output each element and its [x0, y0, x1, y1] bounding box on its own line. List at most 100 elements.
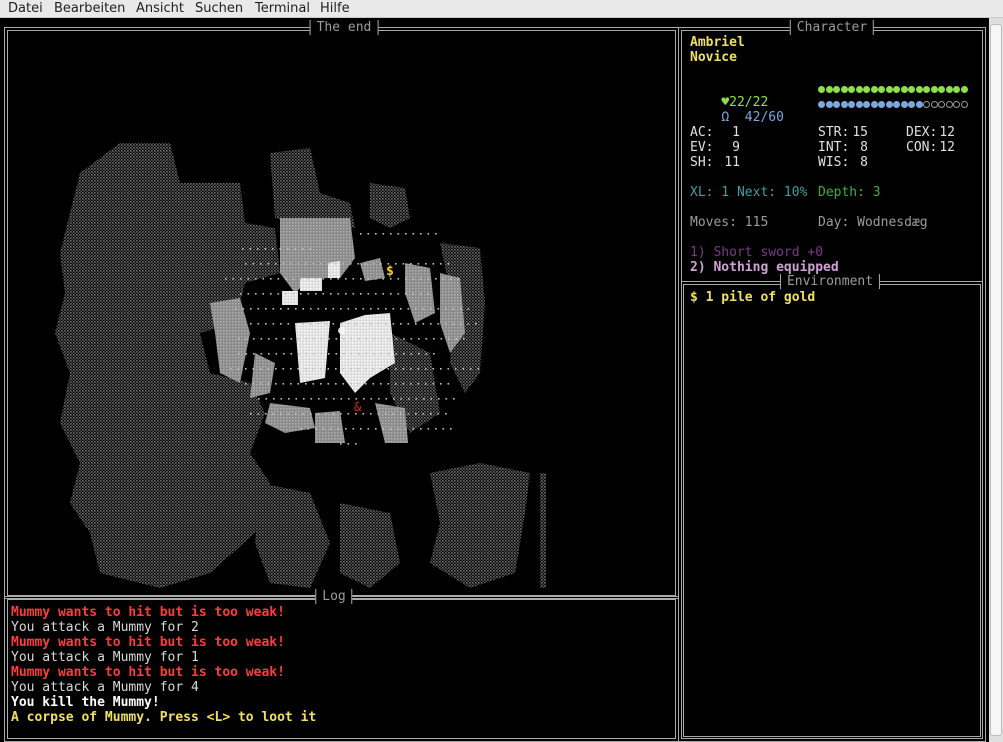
floor-dot: [407, 323, 410, 325]
floor-dot: [375, 278, 377, 280]
menu-ansicht[interactable]: Ansicht: [136, 0, 184, 17]
floor-dot: [402, 368, 405, 370]
floor-dot: [272, 323, 275, 325]
floor-dot: [265, 413, 267, 415]
floor-dot: [382, 428, 385, 430]
floor-dot: [298, 353, 300, 355]
floor-dot: [294, 248, 297, 250]
floor-dot: [337, 293, 340, 295]
floor-dot: [410, 383, 412, 385]
floor-dot: [425, 353, 428, 355]
floor-dot: [252, 368, 255, 370]
floor-dot: [332, 413, 335, 415]
floor-dot: [375, 233, 377, 235]
bar-pip: [825, 101, 833, 108]
floor-dot: [330, 428, 332, 430]
floor-dot: [347, 443, 350, 445]
menu-suchen[interactable]: Suchen: [195, 0, 243, 17]
floor-dot: [392, 323, 395, 325]
floor-dot: [230, 368, 232, 370]
floor-dot: [385, 398, 388, 400]
log-line: Mummy wants to hit but is too weak!: [11, 665, 285, 680]
floor-dot: [285, 278, 287, 280]
floor-dot: [448, 338, 450, 340]
floor-dot: [420, 278, 422, 280]
floor-dot: [310, 323, 312, 325]
menu-bearbeiten[interactable]: Bearbeiten: [54, 0, 125, 17]
floor-dot: [425, 383, 427, 385]
floor-dot: [282, 263, 285, 265]
menu-terminal[interactable]: Terminal: [255, 0, 310, 17]
floor-dot: [357, 383, 360, 385]
floor-dot: [442, 428, 445, 430]
floor-dot: [245, 338, 248, 340]
floor-dot: [317, 308, 320, 310]
floor-dot: [287, 323, 290, 325]
equipment-slot-2[interactable]: 2) Nothing equipped: [690, 260, 839, 275]
floor-dot: [452, 323, 455, 325]
floor-dot: [305, 338, 308, 340]
dungeon-map[interactable]: $ ☻ &: [10, 33, 674, 593]
stat-label: CON:: [906, 140, 938, 155]
scrollbar-thumb[interactable]: [990, 24, 1002, 736]
floor-dot: [355, 308, 357, 310]
floor-dot: [377, 413, 380, 415]
menu-datei[interactable]: Datei: [8, 0, 43, 17]
floor-dot: [395, 263, 397, 265]
floor-dot: [257, 248, 259, 250]
floor-dot: [385, 323, 387, 325]
floor-dot: [327, 383, 330, 385]
floor-dot: [460, 323, 462, 325]
floor-dot: [267, 383, 270, 385]
floor-dot: [262, 278, 265, 280]
floor-dot: [457, 278, 460, 280]
floor-dot: [350, 353, 353, 355]
floor-dot: [410, 353, 413, 355]
floor-dot: [280, 323, 282, 325]
floor-dot: [343, 338, 345, 340]
floor-dot: [302, 308, 305, 310]
terminal[interactable]: The end $ ☻ & Log Mummy wants to hit but…: [0, 18, 989, 742]
floor-dot: [455, 368, 457, 370]
mummy-corpse[interactable]: &: [354, 400, 362, 414]
equipment-slot-1[interactable]: 1) Short sword +0: [690, 245, 823, 260]
scrollbar[interactable]: [989, 18, 1003, 742]
floor-dot: [320, 263, 322, 265]
floor-dot: [400, 308, 402, 310]
floor-dot: [275, 338, 278, 340]
floor-dot: [425, 263, 427, 265]
floor-dot: [247, 293, 250, 295]
bar-pip: [848, 101, 855, 108]
floor-dot: [270, 293, 272, 295]
floor-dot: [395, 353, 398, 355]
floor-dot: [332, 308, 335, 310]
floor-dot: [412, 293, 415, 295]
floor-dot: [372, 368, 375, 370]
floor-dot: [310, 398, 313, 400]
menu-hilfe[interactable]: Hilfe: [320, 0, 350, 17]
floor-dot: [438, 398, 440, 400]
floor-dot: [272, 308, 275, 310]
floor-dot: [373, 353, 375, 355]
floor-dot: [232, 278, 235, 280]
floor-dot: [305, 353, 308, 355]
environment-item[interactable]: $ 1 pile of gold: [690, 290, 815, 305]
floor-dot: [235, 308, 237, 310]
floor-dot: [310, 308, 312, 310]
floor-dot: [440, 338, 443, 340]
mp-bar: [818, 101, 968, 108]
floor-dot: [260, 353, 263, 355]
floor-dot: [400, 398, 403, 400]
floor-dot: [462, 368, 465, 370]
floor-dot: [253, 338, 255, 340]
floor-dot: [445, 398, 448, 400]
hp-bar: [818, 86, 968, 93]
floor-dot: [445, 413, 447, 415]
floor-dot: [332, 323, 335, 325]
floor-dot: [395, 383, 397, 385]
bar-pip: [930, 101, 938, 108]
floor-dot: [403, 338, 405, 340]
floor-dot: [387, 368, 390, 370]
environment-panel: Environment: [681, 274, 983, 739]
gold-pile[interactable]: $: [386, 264, 394, 279]
